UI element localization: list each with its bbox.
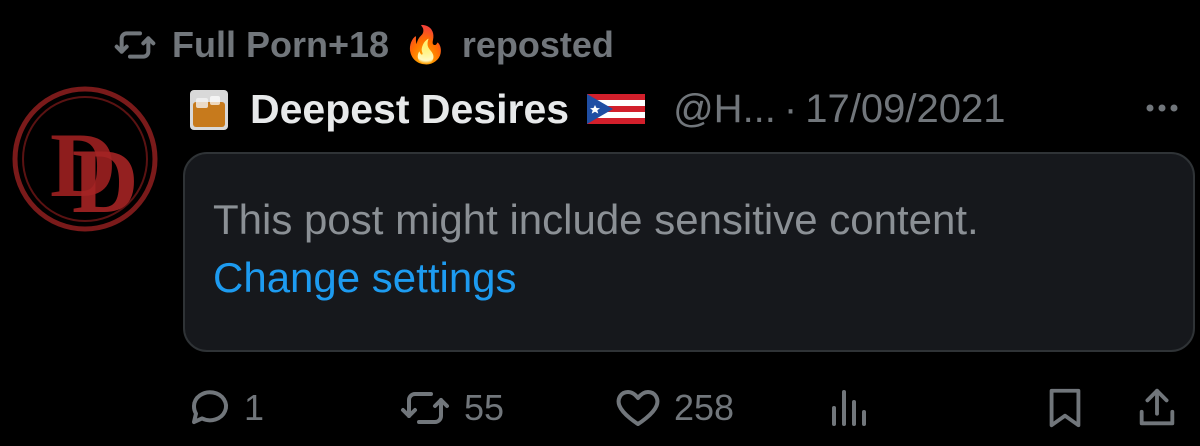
reply-count: 1 [244,387,265,428]
repost-action-text: reposted [461,24,614,65]
views-button[interactable] [826,380,874,436]
whiskey-glass-icon [190,90,228,130]
repost-action-icon [401,392,449,424]
views-bar-chart-icon [832,390,866,426]
dd-logo-avatar: D D [12,86,158,232]
share-button[interactable] [1134,380,1180,436]
repost-count: 55 [464,387,505,428]
puerto-rico-flag-icon [587,94,646,124]
sensitive-content-card: This post might include sensitive conten… [183,152,1195,352]
author-handle[interactable]: @H... [673,87,776,132]
repost-icon [114,31,156,59]
change-settings-link[interactable]: Change settings [213,254,517,302]
tweet[interactable]: Full Porn+18 🔥 reposted D D Deepest Desi… [0,0,1200,446]
repost-context: Full Porn+18 🔥 reposted [112,22,614,68]
bookmark-icon [1049,388,1081,428]
action-bar: 1 55 258 [0,380,1200,436]
svg-text:D: D [72,130,138,232]
like-button[interactable]: 258 [612,380,734,436]
repost-button[interactable]: 55 [396,380,504,436]
bookmark-button[interactable] [1042,380,1088,436]
heart-icon [616,390,660,426]
separator-dot: · [783,86,798,131]
display-name[interactable]: Deepest Desires [250,86,569,133]
sensitive-warning-text: This post might include sensitive conten… [213,196,979,243]
more-icon[interactable] [1140,88,1184,128]
reposter-name[interactable]: Full Porn+18 [172,24,389,66]
reply-button[interactable]: 1 [186,380,264,436]
avatar[interactable]: D D [10,84,160,234]
share-icon [1139,388,1175,426]
like-count: 258 [674,387,735,428]
tweet-header: Deepest Desires @H... · 17/09/2021 [186,82,1186,136]
reply-icon [192,390,228,424]
fire-emoji: 🔥 [403,24,448,65]
post-date[interactable]: 17/09/2021 [805,87,1005,132]
